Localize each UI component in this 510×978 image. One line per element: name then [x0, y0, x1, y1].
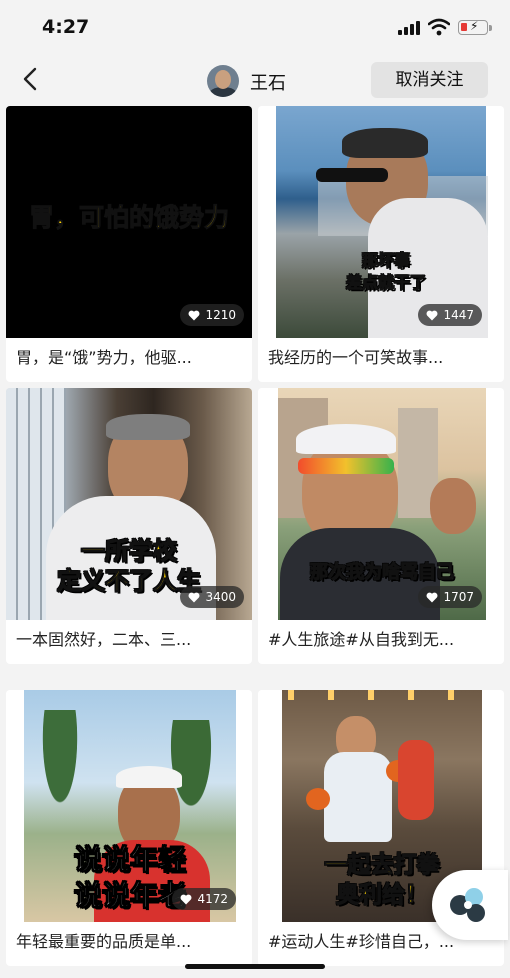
video-caption[interactable]: #人生旅途#从自我到无...	[268, 626, 498, 650]
video-thumbnail[interactable]: 一所学校 定义不了人生 3400	[6, 388, 252, 620]
avatar[interactable]	[207, 65, 239, 97]
video-thumbnail[interactable]: 那坏事 差点就干了 1447	[258, 106, 504, 338]
unfollow-button[interactable]: 取消关注	[371, 62, 488, 98]
chevron-left-icon[interactable]	[16, 64, 46, 94]
like-count-badge: 1447	[418, 304, 482, 326]
heart-icon	[188, 592, 200, 602]
status-time: 4:27	[42, 16, 90, 38]
heart-icon	[188, 310, 200, 320]
battery-cap	[489, 25, 492, 31]
nav-bar: 王石 取消关注	[0, 56, 510, 104]
video-card[interactable]: 那次我为啥骂自己 1707 #人生旅途#从自我到无...	[258, 388, 504, 664]
cellular-signal-icon	[398, 21, 422, 35]
wifi-icon	[428, 18, 450, 36]
heart-icon	[180, 894, 192, 904]
video-caption[interactable]: 我经历的一个可笑故事...	[268, 344, 498, 368]
like-count-badge: 1707	[418, 586, 482, 608]
heart-icon	[426, 310, 438, 320]
video-caption[interactable]: 一本固然好，二本、三...	[16, 626, 246, 650]
video-overlay-text: 那坏事 差点就干了	[345, 251, 426, 293]
video-card[interactable]: 那坏事 差点就干了 1447 我经历的一个可笑故事...	[258, 106, 504, 382]
video-overlay-text: 那次我为啥骂自己	[310, 562, 455, 584]
video-card[interactable]: 说说年轻 说说年老 4172 年轻最重要的品质是单...	[6, 690, 252, 966]
video-card[interactable]: 胃，可怕的饿势力 1210 胃，是“饿”势力，他驱...	[6, 106, 252, 382]
video-thumbnail[interactable]: 那次我为啥骂自己 1707	[258, 388, 504, 620]
user-name[interactable]: 王石	[250, 69, 286, 95]
home-indicator	[185, 964, 325, 969]
like-count: 1447	[443, 308, 474, 322]
video-overlay-text: 胃，可怕的饿势力	[28, 203, 229, 233]
like-count: 3400	[205, 590, 236, 604]
like-count: 1707	[443, 590, 474, 604]
video-thumbnail[interactable]: 说说年轻 说说年老 4172	[6, 690, 252, 922]
like-count-badge: 4172	[172, 888, 236, 910]
fan-logo-icon	[450, 888, 485, 922]
like-count-badge: 1210	[180, 304, 244, 326]
status-bar: 4:27 ⚡	[0, 0, 510, 56]
heart-icon	[426, 592, 438, 602]
video-grid: 胃，可怕的饿势力 1210 胃，是“饿”势力，他驱... 那坏事 差点就干了 1…	[0, 104, 510, 978]
video-card[interactable]: 一所学校 定义不了人生 3400 一本固然好，二本、三...	[6, 388, 252, 664]
like-count-badge: 3400	[180, 586, 244, 608]
video-thumbnail[interactable]: 胃，可怕的饿势力 1210	[6, 106, 252, 338]
like-count: 1210	[205, 308, 236, 322]
floating-assistant-button[interactable]	[432, 870, 508, 940]
video-caption[interactable]: 年轻最重要的品质是单...	[16, 928, 246, 952]
battery-low-charging-icon: ⚡	[458, 19, 488, 35]
video-caption[interactable]: 胃，是“饿”势力，他驱...	[16, 344, 246, 368]
like-count: 4172	[197, 892, 228, 906]
